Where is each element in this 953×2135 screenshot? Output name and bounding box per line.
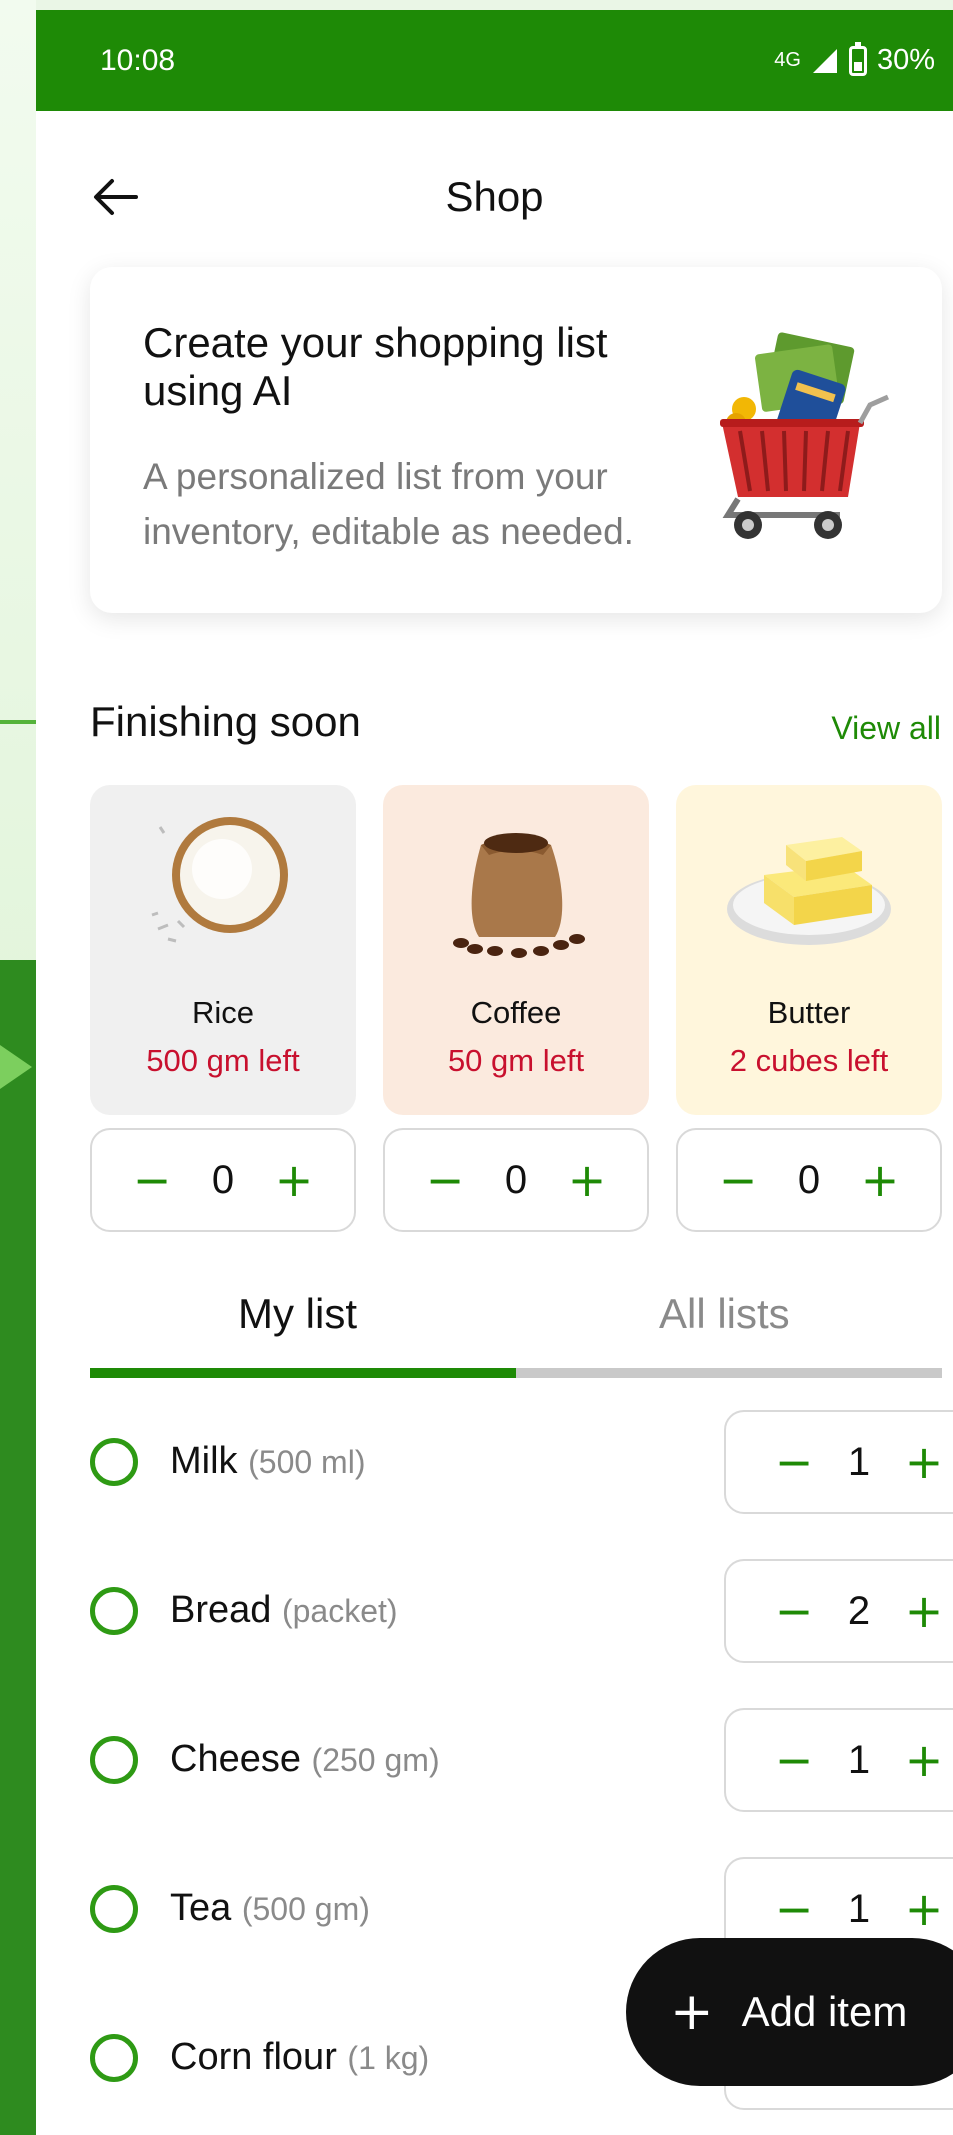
item-checkbox[interactable] bbox=[90, 2034, 138, 2082]
plus-icon: + bbox=[670, 1982, 714, 2042]
increment-button[interactable]: + bbox=[567, 1157, 607, 1203]
list-item: Milk (500 ml) − 1 + bbox=[90, 1410, 953, 1514]
increment-button[interactable]: + bbox=[904, 1737, 944, 1783]
quantity-value: 1 bbox=[847, 1737, 871, 1782]
signal-icon bbox=[812, 48, 837, 73]
increment-button[interactable]: + bbox=[904, 1588, 944, 1634]
decrement-button[interactable]: − bbox=[718, 1157, 758, 1203]
item-remaining: 50 gm left bbox=[447, 1043, 585, 1078]
increment-button[interactable]: + bbox=[860, 1157, 900, 1203]
butter-quantity-stepper: − 0 + bbox=[676, 1128, 942, 1232]
decrement-button[interactable]: − bbox=[774, 1886, 814, 1932]
app-header: Shop bbox=[36, 111, 953, 256]
tab-active-indicator bbox=[90, 1368, 516, 1378]
item-checkbox[interactable] bbox=[90, 1438, 138, 1486]
background-arrow bbox=[0, 1045, 32, 1089]
page-title: Shop bbox=[445, 173, 544, 220]
item-quantity: (1 kg) bbox=[347, 2040, 430, 2076]
status-indicators: 4G 30% bbox=[774, 41, 953, 77]
quantity-value: 0 bbox=[211, 1157, 235, 1202]
item-quantity: (250 gm) bbox=[311, 1742, 440, 1778]
item-label: Corn flour (1 kg) bbox=[170, 2036, 429, 2079]
item-name: Cheese bbox=[170, 1738, 301, 1780]
quantity-value: 1 bbox=[847, 1886, 871, 1931]
decrement-button[interactable]: − bbox=[425, 1157, 465, 1203]
decrement-button[interactable]: − bbox=[774, 1588, 814, 1634]
item-checkbox[interactable] bbox=[90, 1885, 138, 1933]
ai-card-title: Create your shopping list using AI bbox=[143, 319, 608, 414]
item-label: Milk (500 ml) bbox=[170, 1440, 365, 1483]
quantity-stepper: − 1 + bbox=[724, 1410, 953, 1514]
item-label: Tea (500 gm) bbox=[170, 1887, 370, 1930]
battery-level: 30% bbox=[876, 44, 935, 76]
butter-plate-image bbox=[727, 837, 891, 945]
decrement-button[interactable]: − bbox=[774, 1439, 814, 1485]
phone-screen: 10:08 4G 30% Shop Create your shopping l… bbox=[36, 10, 953, 2135]
quantity-value: 0 bbox=[797, 1157, 821, 1202]
status-time: 10:08 bbox=[100, 43, 176, 77]
item-quantity: (500 ml) bbox=[248, 1444, 366, 1480]
finishing-soon-title: Finishing soon bbox=[90, 698, 361, 745]
quantity-value: 2 bbox=[847, 1588, 871, 1633]
item-remaining: 2 cubes left bbox=[729, 1043, 889, 1078]
item-name: Tea bbox=[170, 1887, 232, 1929]
item-name: Rice bbox=[191, 995, 254, 1030]
quantity-stepper: − 2 + bbox=[724, 1559, 953, 1663]
view-all-link[interactable]: View all bbox=[831, 710, 941, 747]
decrement-button[interactable]: − bbox=[132, 1157, 172, 1203]
increment-button[interactable]: + bbox=[904, 1886, 944, 1932]
list-item: Bread (packet) − 2 + bbox=[90, 1559, 953, 1663]
status-bar: 10:08 4G 30% bbox=[36, 10, 953, 111]
increment-button[interactable]: + bbox=[274, 1157, 314, 1203]
item-name: Bread bbox=[170, 1589, 272, 1631]
tab-all-lists[interactable]: All lists bbox=[659, 1290, 790, 1338]
ai-card-description: A personalized list from your inventory,… bbox=[143, 456, 634, 552]
item-quantity: (packet) bbox=[281, 1593, 398, 1629]
coffee-sack-image bbox=[453, 833, 585, 958]
item-name: Milk bbox=[170, 1440, 238, 1482]
item-card-coffee[interactable]: Coffee 50 gm left bbox=[383, 785, 649, 1115]
quantity-stepper: − 1 + bbox=[724, 1708, 953, 1812]
decrement-button[interactable]: − bbox=[774, 1737, 814, 1783]
item-checkbox[interactable] bbox=[90, 1587, 138, 1635]
item-label: Cheese (250 gm) bbox=[170, 1738, 440, 1781]
item-name: Butter bbox=[767, 995, 851, 1030]
battery-icon bbox=[848, 41, 867, 76]
list-item: Cheese (250 gm) − 1 + bbox=[90, 1708, 953, 1812]
quantity-value: 1 bbox=[847, 1439, 871, 1484]
item-name: Corn flour bbox=[170, 2036, 337, 2078]
ai-shopping-list-card[interactable]: Create your shopping list using AI A per… bbox=[90, 267, 942, 613]
item-label: Bread (packet) bbox=[170, 1589, 398, 1632]
background-dark-panel bbox=[0, 960, 36, 2135]
quantity-value: 0 bbox=[504, 1157, 528, 1202]
shopping-cart-illustration bbox=[720, 332, 890, 539]
rice-quantity-stepper: − 0 + bbox=[90, 1128, 356, 1232]
rice-bowl-image bbox=[151, 817, 288, 943]
increment-button[interactable]: + bbox=[904, 1439, 944, 1485]
network-type: 4G bbox=[774, 49, 801, 71]
coffee-quantity-stepper: − 0 + bbox=[383, 1128, 649, 1232]
add-item-button[interactable]: + Add item bbox=[626, 1938, 953, 2086]
item-card-rice[interactable]: Rice 500 gm left bbox=[90, 785, 356, 1115]
add-item-label: Add item bbox=[741, 1988, 908, 2035]
item-card-butter[interactable]: Butter 2 cubes left bbox=[676, 785, 942, 1115]
tab-my-list[interactable]: My list bbox=[238, 1290, 357, 1338]
item-name: Coffee bbox=[470, 995, 562, 1030]
item-quantity: (500 gm) bbox=[241, 1891, 370, 1927]
item-checkbox[interactable] bbox=[90, 1736, 138, 1784]
item-remaining: 500 gm left bbox=[146, 1043, 300, 1078]
background-light-panel bbox=[0, 0, 36, 980]
